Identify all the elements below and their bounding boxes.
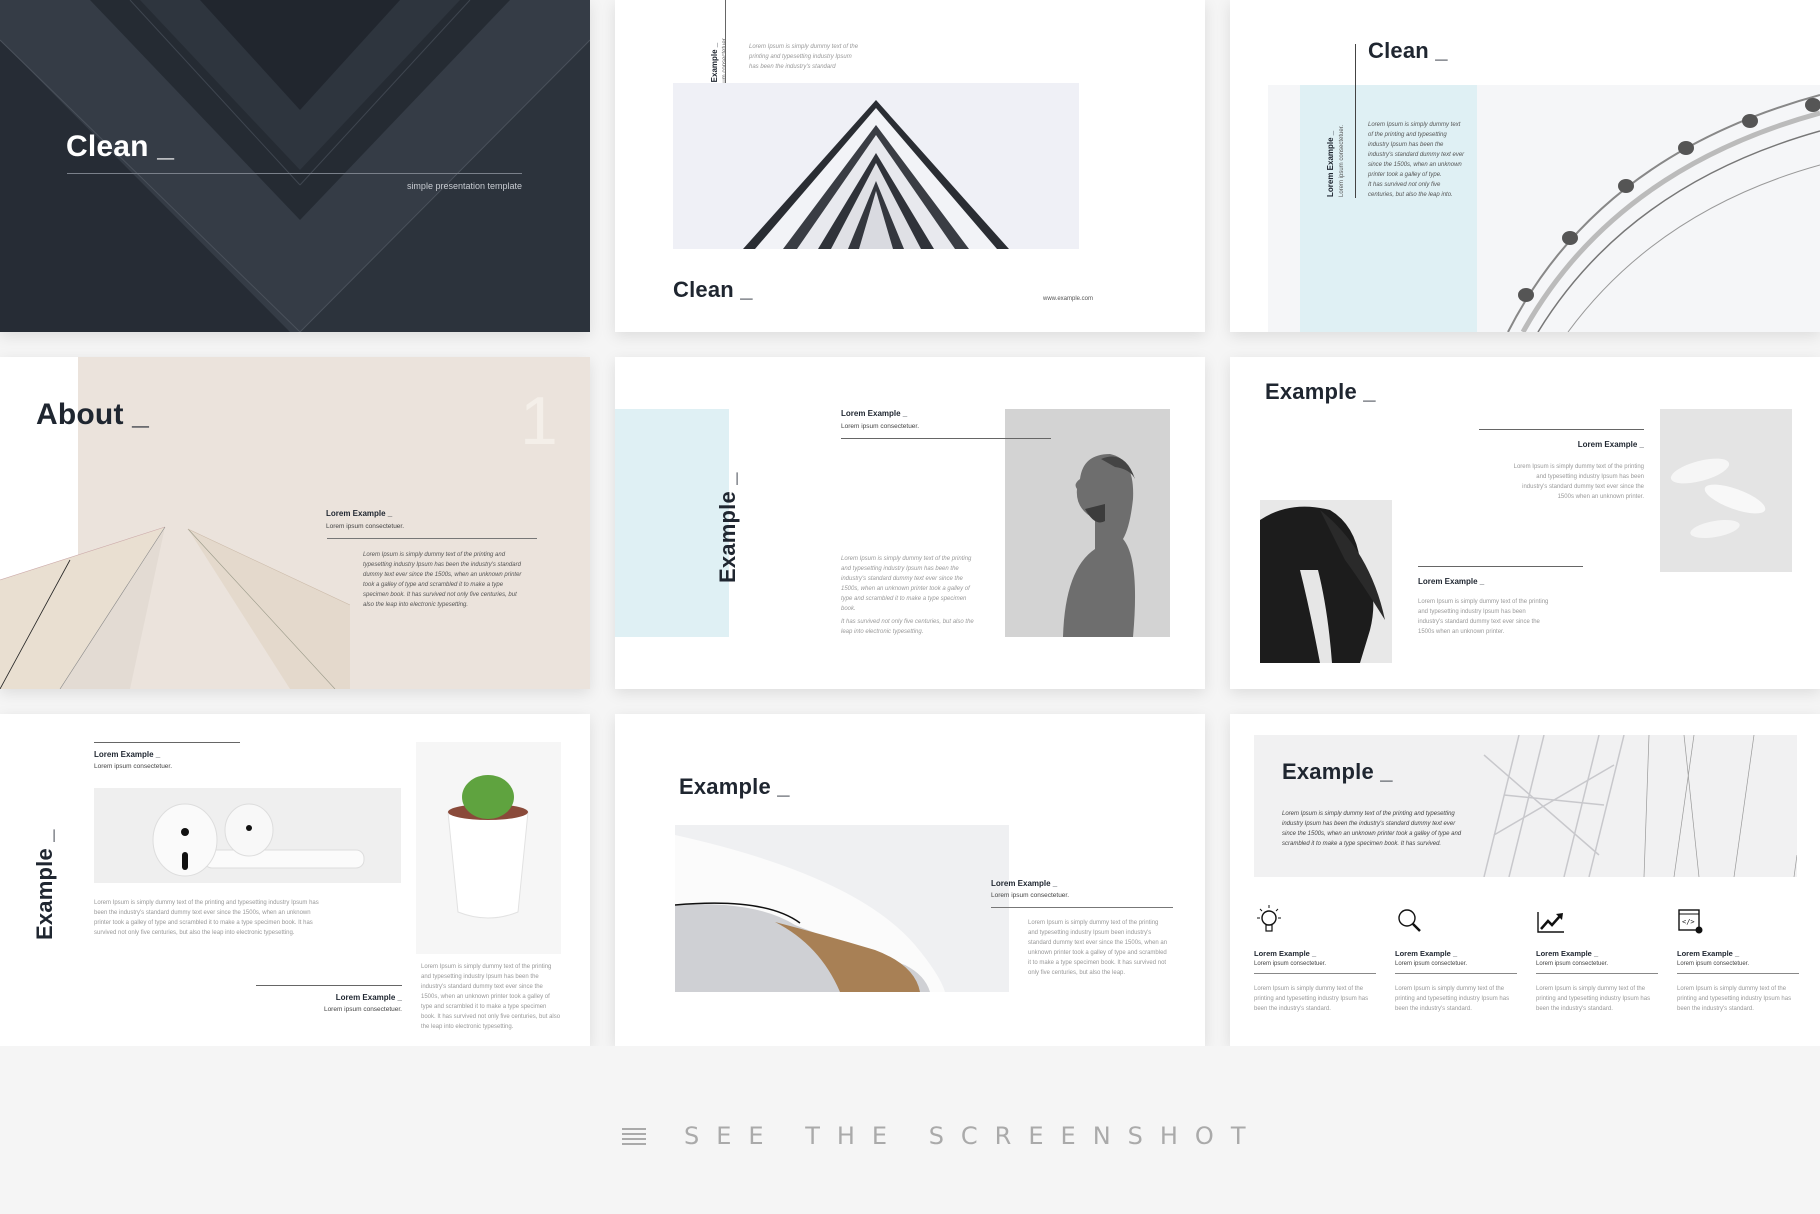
lightbulb-icon bbox=[1257, 905, 1281, 932]
slide-example-chrome[interactable]: Example _ Lorem Example _ Lorem ipsum co… bbox=[615, 714, 1205, 1046]
feature-subheading: Lorem ipsum consectetuer. bbox=[1254, 961, 1327, 967]
feature-card: Lorem Example _ Lorem ipsum consectetuer… bbox=[1395, 904, 1517, 1014]
slide-title: Example _ bbox=[679, 774, 790, 799]
see-screenshot-link[interactable]: SEE THE SCREENSHOT bbox=[622, 1122, 1262, 1150]
feature-card: </> Lorem Example _ Lorem ipsum consecte… bbox=[1677, 904, 1799, 1014]
section-subheading: Lorem ipsum consectetuer. bbox=[326, 523, 405, 530]
body-text-1: Lorem Ipsum is simply dummy text of the … bbox=[94, 900, 319, 936]
slide-title: Clean _ bbox=[673, 277, 753, 302]
website-link[interactable]: www.example.com bbox=[1043, 296, 1093, 302]
feature-divider bbox=[1395, 973, 1517, 974]
section-divider bbox=[841, 438, 1051, 439]
intro-text: Lorem Ipsum is simply dummy text of the … bbox=[749, 44, 859, 70]
slide-example-portrait[interactable]: Example _ Lorem Example _ Lorem ipsum co… bbox=[615, 357, 1205, 689]
slide-title: Example _ bbox=[1282, 759, 1393, 784]
roof-photo bbox=[0, 526, 350, 689]
building-photo bbox=[673, 83, 1079, 249]
man-profile-photo bbox=[1005, 409, 1170, 637]
svg-text:</>: </> bbox=[1682, 918, 1695, 926]
body-text: Lorem Ipsum is simply dummy text of the … bbox=[841, 556, 972, 612]
body-text-2: Lorem Ipsum is simply dummy text of the … bbox=[421, 964, 561, 1030]
slide-clean-ferris[interactable]: Clean _ Lorem Example _ Lorem ipsum cons… bbox=[1230, 0, 1820, 332]
subheading-1: Lorem ipsum consectetuer. bbox=[94, 763, 173, 770]
body-text: Lorem Ipsum is simply dummy text of the … bbox=[1028, 920, 1168, 976]
trend-chart-icon bbox=[1537, 912, 1564, 933]
heading-1: Lorem Example _ bbox=[94, 750, 161, 759]
heading-2: Lorem Example _ bbox=[1418, 577, 1485, 586]
section-heading: Lorem Example _ bbox=[326, 509, 393, 518]
divider-2 bbox=[1418, 566, 1583, 567]
cover-divider bbox=[67, 173, 522, 174]
heading-1: Lorem Example _ bbox=[1577, 440, 1644, 449]
subheading-2: Lorem ipsum consectetuer. bbox=[323, 1006, 402, 1013]
feature-heading: Lorem Example _ bbox=[1254, 949, 1317, 958]
feathers-photo bbox=[1660, 409, 1792, 572]
feature-body: Lorem Ipsum is simply dummy text of the … bbox=[1677, 986, 1792, 1012]
feature-divider bbox=[1677, 973, 1799, 974]
footer: SEE THE SCREENSHOT bbox=[0, 1046, 1820, 1214]
menu-icon bbox=[622, 1128, 646, 1145]
slide-number: 1 bbox=[520, 383, 558, 459]
intro-text: Lorem Ipsum is simply dummy text of the … bbox=[1282, 811, 1462, 847]
feature-subheading: Lorem ipsum consectetuer. bbox=[1677, 961, 1750, 967]
heading-2: Lorem Example _ bbox=[335, 993, 402, 1002]
footer-label: SEE THE SCREENSHOT bbox=[684, 1122, 1263, 1150]
feature-divider bbox=[1536, 973, 1658, 974]
slide-title: Clean _ bbox=[1368, 38, 1448, 63]
feature-body: Lorem Ipsum is simply dummy text of the … bbox=[1395, 986, 1510, 1012]
slide-title: About _ bbox=[36, 398, 150, 431]
slide-cover-dark[interactable]: Clean _ simple presentation template bbox=[0, 0, 590, 332]
slide-title: Example _ bbox=[1265, 379, 1376, 404]
body-text-2: It has survived not only five centuries,… bbox=[841, 619, 974, 635]
divider-1 bbox=[94, 742, 240, 743]
horse-photo bbox=[1260, 500, 1392, 663]
slide-clean-building[interactable]: Lorem Example _ Lorem ipsum consectetuer… bbox=[615, 0, 1205, 332]
body-text: Lorem Ipsum is simply dummy text of the … bbox=[1368, 122, 1465, 178]
airpods-photo bbox=[94, 788, 401, 883]
divider-2 bbox=[256, 985, 402, 986]
feature-body: Lorem Ipsum is simply dummy text of the … bbox=[1536, 986, 1651, 1012]
section-divider bbox=[991, 907, 1173, 908]
section-divider bbox=[327, 538, 537, 539]
feature-subheading: Lorem ipsum consectetuer. bbox=[1395, 961, 1468, 967]
slide-example-airpods[interactable]: Example _ Lorem Example _ Lorem ipsum co… bbox=[0, 714, 590, 1046]
slide-about[interactable]: About _ 1 Lorem Example _ Lorem ipsum co… bbox=[0, 357, 590, 689]
ferris-detail-photo bbox=[1254, 735, 1797, 877]
feature-heading: Lorem Example _ bbox=[1395, 949, 1458, 958]
cactus-photo bbox=[416, 742, 561, 954]
section-heading: Lorem Example _ bbox=[841, 409, 908, 418]
vertical-heading: Lorem Example _ bbox=[1326, 130, 1335, 197]
slide-example-features[interactable]: Example _ Lorem Ipsum is simply dummy te… bbox=[1230, 714, 1820, 1046]
feature-body: Lorem Ipsum is simply dummy text of the … bbox=[1254, 986, 1369, 1012]
feature-heading: Lorem Example _ bbox=[1677, 949, 1740, 958]
vertical-title: Example _ bbox=[715, 472, 740, 583]
vertical-subheading: Lorem ipsum consectetuer. bbox=[1339, 124, 1345, 197]
cover-subtitle: simple presentation template bbox=[406, 181, 522, 191]
feature-card: Lorem Example _ Lorem ipsum consectetuer… bbox=[1254, 904, 1376, 1014]
section-subheading: Lorem ipsum consectetuer. bbox=[991, 892, 1070, 899]
chrome-object-photo bbox=[675, 825, 1009, 992]
body-text-1: Lorem Ipsum is simply dummy text of the … bbox=[1513, 464, 1644, 500]
feature-subheading: Lorem ipsum consectetuer. bbox=[1536, 961, 1609, 967]
section-subheading: Lorem ipsum consectetuer. bbox=[841, 423, 920, 430]
feature-card: Lorem Example _ Lorem ipsum consectetuer… bbox=[1536, 904, 1658, 1014]
feature-heading: Lorem Example _ bbox=[1536, 949, 1599, 958]
body-text-2: It has survived not only five centuries,… bbox=[1368, 182, 1453, 198]
divider-1 bbox=[1479, 429, 1644, 430]
body-text-2: Lorem Ipsum is simply dummy text of the … bbox=[1418, 599, 1549, 635]
code-window-icon: </> bbox=[1678, 909, 1703, 934]
slide-example-horse[interactable]: Example _ Lorem Example _ Lorem Ipsum is… bbox=[1230, 357, 1820, 689]
architecture-background-image bbox=[0, 0, 590, 332]
body-text: Lorem Ipsum is simply dummy text of the … bbox=[363, 552, 522, 608]
magnifier-icon bbox=[1398, 909, 1421, 932]
accent-panel bbox=[615, 409, 729, 637]
cover-title: Clean _ bbox=[66, 130, 175, 163]
feature-divider bbox=[1254, 973, 1376, 974]
vertical-divider bbox=[1355, 44, 1356, 198]
vertical-title: Example _ bbox=[32, 829, 57, 940]
section-heading: Lorem Example _ bbox=[991, 879, 1058, 888]
